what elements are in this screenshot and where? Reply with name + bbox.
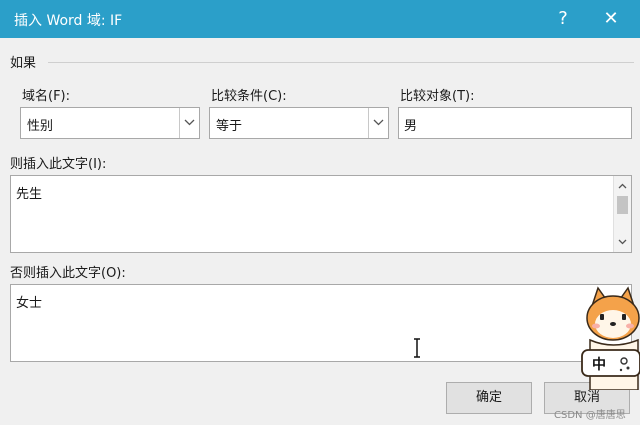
help-button[interactable]: ? bbox=[548, 6, 578, 32]
ok-button[interactable]: 确定 bbox=[446, 382, 532, 414]
field-name-value: 性别 bbox=[27, 119, 54, 134]
scroll-thumb[interactable] bbox=[617, 196, 628, 214]
watermark: CSDN @唐唐思 bbox=[554, 410, 626, 421]
comparison-label: 比较条件(C): bbox=[211, 89, 287, 104]
insert-text-scrollbar[interactable] bbox=[613, 176, 631, 252]
insert-text-label: 则插入此文字(I): bbox=[10, 157, 107, 172]
scroll-up-icon bbox=[618, 183, 627, 189]
otherwise-text-area[interactable]: 女士 bbox=[10, 284, 632, 362]
group-label-if: 如果 bbox=[10, 52, 41, 71]
comparison-value: 等于 bbox=[216, 119, 243, 134]
field-name-combobox[interactable]: 性别 bbox=[20, 107, 200, 139]
insert-text-value: 先生 bbox=[16, 187, 43, 202]
window-title: 插入 Word 域: IF bbox=[14, 13, 123, 29]
otherwise-text-value: 女士 bbox=[16, 296, 43, 311]
comparison-dropdown-button[interactable] bbox=[368, 108, 388, 138]
chevron-down-icon bbox=[373, 119, 384, 126]
compare-to-label: 比较对象(T): bbox=[400, 89, 475, 104]
compare-to-value: 男 bbox=[404, 119, 418, 134]
otherwise-text-label: 否则插入此文字(O): bbox=[10, 266, 126, 281]
text-cursor-icon bbox=[414, 338, 420, 358]
comparison-combobox[interactable]: 等于 bbox=[209, 107, 389, 139]
title-bar[interactable]: 插入 Word 域: IF ? ✕ bbox=[0, 0, 640, 38]
scroll-up-button[interactable] bbox=[614, 178, 631, 194]
field-name-dropdown-button[interactable] bbox=[179, 108, 199, 138]
insert-text-area[interactable]: 先生 bbox=[10, 175, 632, 253]
close-button[interactable]: ✕ bbox=[596, 6, 626, 32]
group-divider bbox=[48, 62, 634, 63]
scroll-down-button[interactable] bbox=[614, 234, 631, 250]
compare-to-input[interactable]: 男 bbox=[398, 107, 632, 139]
chevron-down-icon bbox=[184, 119, 195, 126]
mascot-sign-text: 中 bbox=[592, 356, 606, 373]
scroll-down-icon bbox=[618, 239, 627, 245]
shiba-mascot-icon: 中 bbox=[581, 286, 640, 390]
dialog-body: 如果 域名(F): 性别 比较条件(C): 等于 比较对象(T): 男 则插入此… bbox=[0, 38, 640, 425]
field-name-label: 域名(F): bbox=[22, 89, 71, 104]
